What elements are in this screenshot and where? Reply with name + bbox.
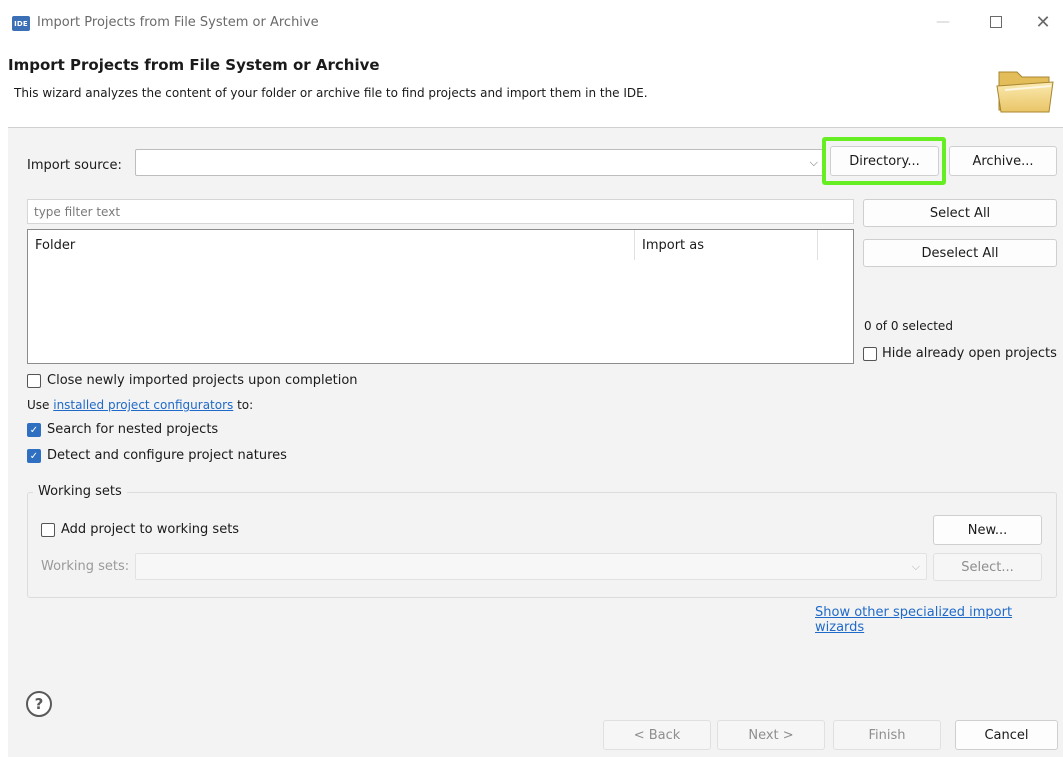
page-description: This wizard analyzes the content of your… <box>14 86 648 100</box>
close-imported-checkbox[interactable] <box>27 374 41 388</box>
select-working-sets-button[interactable]: Select... <box>933 553 1042 581</box>
projects-table[interactable] <box>27 229 854 364</box>
import-source-combo[interactable]: ⌵ <box>135 149 825 176</box>
use-prefix: Use <box>27 398 54 412</box>
close-imported-label: Close newly imported projects upon compl… <box>47 373 358 388</box>
minimize-icon[interactable]: — <box>930 10 956 34</box>
project-natures-checkbox[interactable]: ✓ <box>27 449 41 463</box>
page-title: Import Projects from File System or Arch… <box>8 56 380 74</box>
working-sets-label: Working sets: <box>41 559 130 574</box>
column-header-import-as[interactable]: Import as <box>642 238 704 253</box>
cancel-button[interactable]: Cancel <box>955 720 1058 750</box>
installed-configurators-link[interactable]: installed project configurators <box>53 398 233 412</box>
nested-projects-label: Search for nested projects <box>47 422 219 437</box>
working-sets-group <box>27 492 1057 598</box>
nested-projects-checkbox[interactable]: ✓ <box>27 423 41 437</box>
filter-input[interactable] <box>27 199 854 224</box>
working-sets-combo[interactable]: ⌵ <box>135 553 927 580</box>
deselect-all-button[interactable]: Deselect All <box>863 239 1057 267</box>
new-working-set-button[interactable]: New... <box>933 515 1042 545</box>
directory-button[interactable]: Directory... <box>830 146 939 176</box>
check-icon: ✓ <box>29 450 39 462</box>
chevron-down-icon[interactable]: ⌵ <box>810 156 818 170</box>
import-source-label: Import source: <box>27 158 122 173</box>
column-separator <box>817 230 818 260</box>
add-to-working-sets-label: Add project to working sets <box>61 522 240 537</box>
column-header-folder[interactable]: Folder <box>35 238 75 253</box>
working-sets-legend: Working sets <box>33 484 127 499</box>
chevron-down-icon[interactable]: ⌵ <box>912 560 920 574</box>
finish-button[interactable]: Finish <box>833 720 941 750</box>
add-to-working-sets-checkbox[interactable] <box>41 523 55 537</box>
maximize-icon[interactable] <box>983 10 1009 34</box>
archive-button[interactable]: Archive... <box>949 146 1057 176</box>
folder-icon <box>996 71 1054 113</box>
help-icon[interactable]: ? <box>26 691 52 717</box>
other-import-wizards-link[interactable]: Show other specialized import wizards <box>815 605 1063 635</box>
app-icon: IDE <box>12 16 30 31</box>
column-separator <box>634 230 635 260</box>
project-natures-label: Detect and configure project natures <box>47 448 287 463</box>
configurators-text: Use installed project configurators to: <box>27 398 253 412</box>
selected-count: 0 of 0 selected <box>864 319 953 333</box>
hide-open-projects-checkbox[interactable] <box>863 347 877 361</box>
check-icon: ✓ <box>29 424 39 436</box>
next-button[interactable]: Next > <box>717 720 825 750</box>
back-button[interactable]: < Back <box>603 720 711 750</box>
use-suffix: to: <box>233 398 254 412</box>
window-title: Import Projects from File System or Arch… <box>37 15 319 30</box>
select-all-button[interactable]: Select All <box>863 199 1057 227</box>
hide-open-projects-label: Hide already open projects <box>882 346 1057 361</box>
close-icon[interactable]: ✕ <box>1030 10 1056 34</box>
